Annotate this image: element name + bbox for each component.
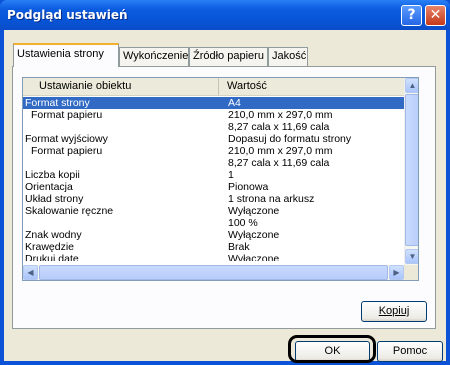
setting-name: Drukuj datę bbox=[25, 253, 79, 261]
list-item[interactable]: 100 % bbox=[23, 217, 404, 229]
scroll-right-button[interactable]: ▶ bbox=[389, 265, 404, 280]
settings-list[interactable]: Ustawianie obiektu Wartość Format strony… bbox=[22, 77, 419, 281]
scroll-down-button[interactable]: ▼ bbox=[405, 249, 418, 264]
arrow-left-icon: ◀ bbox=[27, 268, 34, 277]
setting-value: 210,0 mm x 297,0 mm bbox=[228, 145, 333, 157]
help-icon: ? bbox=[407, 7, 416, 23]
setting-name: Format papieru bbox=[31, 109, 103, 121]
window-title: Podgląd ustawień bbox=[7, 8, 128, 22]
list-item[interactable]: Format wyjściowy Dopasuj do formatu stron… bbox=[23, 133, 404, 145]
setting-name: Układ strony bbox=[25, 193, 84, 205]
vertical-scrollbar[interactable]: ▲ ▼ bbox=[404, 78, 418, 265]
list-item[interactable]: Znak wodny Wyłączone bbox=[23, 229, 404, 241]
tab-label: Ustawienia strony bbox=[17, 48, 104, 60]
list-rows: Format strony A4 Format papieru 210,0 mm x … bbox=[23, 97, 404, 261]
list-item[interactable]: Format strony A4 bbox=[23, 97, 404, 109]
arrow-up-icon: ▲ bbox=[408, 81, 417, 90]
list-item[interactable]: 8,27 cala x 11,69 cala bbox=[23, 121, 404, 133]
setting-value: 8,27 cala x 11,69 cala bbox=[228, 121, 330, 133]
help-title-button[interactable]: ? bbox=[401, 5, 422, 26]
setting-value: Wyłączone bbox=[228, 205, 280, 217]
setting-value: 100 % bbox=[228, 217, 258, 229]
setting-value: 1 strona na arkusz bbox=[228, 193, 315, 205]
setting-name: Orientacja bbox=[25, 181, 73, 193]
tab-page-settings[interactable]: Ustawienia strony bbox=[13, 43, 119, 67]
horizontal-scroll-thumb[interactable] bbox=[39, 265, 388, 280]
setting-name: Format wyjściowy bbox=[25, 133, 108, 145]
list-item[interactable]: 8,27 cala x 11,69 cala bbox=[23, 157, 404, 169]
tab-label: Jakość bbox=[272, 50, 307, 62]
setting-value: 8,27 cala x 11,69 cala bbox=[228, 157, 330, 169]
dialog-client-area: Ustawienia strony Wykończenie Źródło pap… bbox=[4, 30, 446, 362]
scroll-up-button[interactable]: ▲ bbox=[405, 78, 418, 93]
setting-value: 210,0 mm x 297,0 mm bbox=[228, 109, 333, 121]
tab-label: Źródło papieru bbox=[193, 50, 264, 62]
setting-name: Krawędzie bbox=[25, 241, 75, 253]
setting-value: Wyłączone bbox=[228, 229, 280, 241]
list-item[interactable]: Format papieru 210,0 mm x 297,0 mm bbox=[23, 109, 404, 121]
help-button[interactable]: Pomoc bbox=[377, 341, 443, 362]
title-bar[interactable]: Podgląd ustawień ? ✕ bbox=[0, 0, 450, 30]
setting-name: Format papieru bbox=[31, 145, 103, 157]
setting-value: Pionowa bbox=[228, 181, 269, 193]
column-header-value[interactable]: Wartość bbox=[219, 78, 404, 95]
list-item[interactable]: Orientacja Pionowa bbox=[23, 181, 404, 193]
tab-finishing[interactable]: Wykończenie bbox=[119, 47, 189, 66]
list-item[interactable]: Format papieru 210,0 mm x 297,0 mm bbox=[23, 145, 404, 157]
close-title-button[interactable]: ✕ bbox=[425, 5, 446, 26]
list-item[interactable]: Skalowanie ręczne Wyłączone bbox=[23, 205, 404, 217]
setting-name: Znak wodny bbox=[25, 229, 82, 241]
arrow-down-icon: ▼ bbox=[408, 252, 417, 261]
copy-button-label: Kopiuj bbox=[378, 305, 410, 317]
setting-value: Brak bbox=[228, 241, 250, 253]
vertical-scroll-thumb[interactable] bbox=[405, 94, 418, 246]
setting-name: Format strony bbox=[25, 97, 90, 109]
setting-value: Wyłączone bbox=[228, 253, 280, 261]
list-item[interactable]: Drukuj datę Wyłączone bbox=[23, 253, 404, 261]
setting-value: Dopasuj do formatu strony bbox=[228, 133, 352, 145]
tab-label: Wykończenie bbox=[123, 50, 189, 62]
help-button-label: Pomoc bbox=[392, 345, 428, 357]
list-item[interactable]: Układ strony 1 strona na arkusz bbox=[23, 193, 404, 205]
arrow-right-icon: ▶ bbox=[393, 268, 400, 277]
scroll-left-button[interactable]: ◀ bbox=[23, 265, 38, 280]
setting-value: 1 bbox=[228, 169, 234, 181]
list-item[interactable]: Krawędzie Brak bbox=[23, 241, 404, 253]
column-header-setting[interactable]: Ustawianie obiektu bbox=[23, 78, 219, 95]
ok-highlight-circle bbox=[288, 335, 376, 363]
dialog-window: Podgląd ustawień ? ✕ Ustawienia strony W… bbox=[0, 0, 450, 365]
list-header: Ustawianie obiektu Wartość bbox=[23, 78, 404, 96]
list-item[interactable]: Liczba kopii 1 bbox=[23, 169, 404, 181]
setting-name: Liczba kopii bbox=[25, 169, 80, 181]
tab-paper-source[interactable]: Źródło papieru bbox=[189, 47, 268, 66]
copy-button[interactable]: Kopiuj bbox=[361, 301, 427, 322]
setting-name: Skalowanie ręczne bbox=[25, 205, 114, 217]
close-icon: ✕ bbox=[429, 7, 442, 23]
horizontal-scrollbar[interactable]: ◀ ▶ bbox=[23, 265, 404, 280]
scroll-corner bbox=[404, 265, 418, 280]
tab-quality[interactable]: Jakość bbox=[268, 47, 308, 66]
setting-value: A4 bbox=[228, 97, 241, 109]
